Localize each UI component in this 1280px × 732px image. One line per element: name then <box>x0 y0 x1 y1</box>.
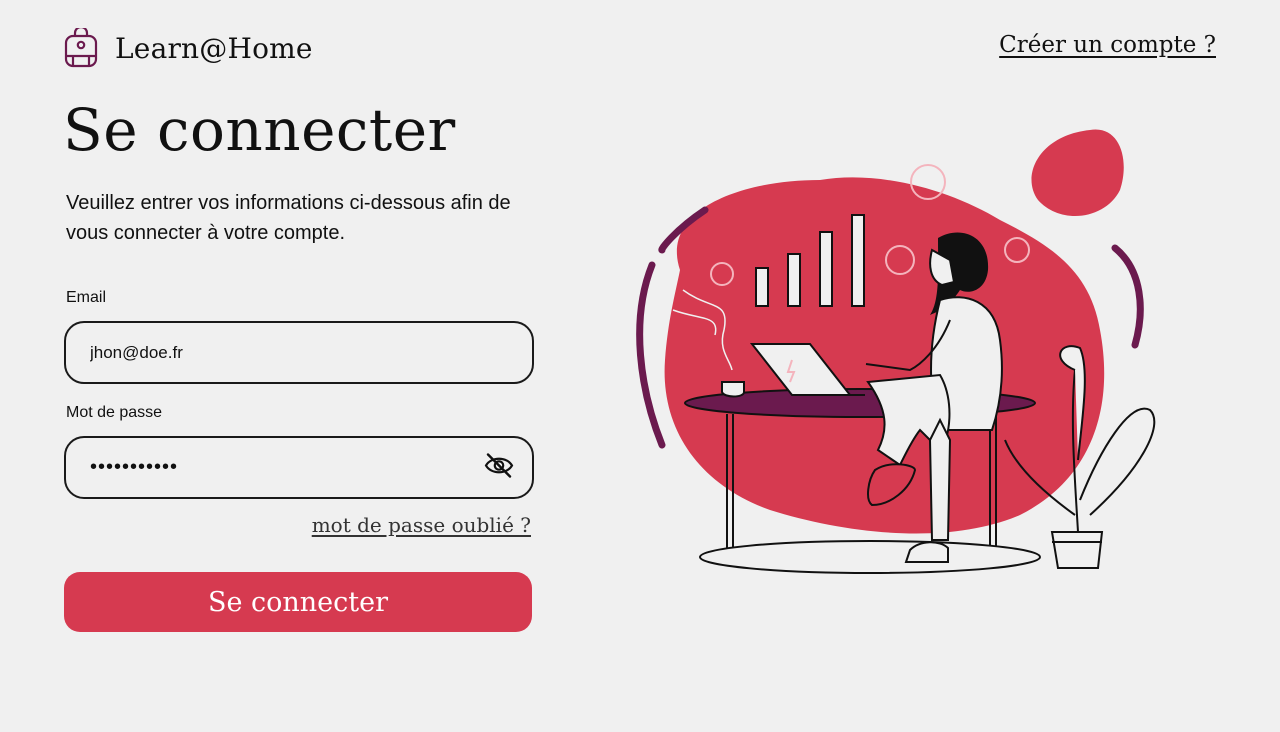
backpack-icon <box>63 28 99 68</box>
email-field[interactable] <box>88 341 472 364</box>
right-arc <box>1111 244 1144 349</box>
person-leg-standing <box>928 417 952 541</box>
brand-logo[interactable]: Learn@Home <box>63 28 313 68</box>
chart-bar <box>819 231 833 307</box>
chart-bar <box>787 253 801 307</box>
password-field[interactable] <box>88 455 472 480</box>
chart-bar <box>851 214 865 307</box>
eye-off-icon[interactable] <box>484 452 514 483</box>
email-label: Email <box>66 289 107 306</box>
password-field-wrapper <box>64 436 534 499</box>
forgot-password-link[interactable]: mot de passe oublié ? <box>312 513 531 537</box>
email-field-wrapper <box>64 321 534 384</box>
work-from-home-illustration <box>620 120 1180 595</box>
floor-shadow <box>699 540 1041 574</box>
left-arc-long <box>636 261 666 449</box>
accent-circle <box>1031 129 1124 217</box>
create-account-link[interactable]: Créer un compte ? <box>999 32 1216 58</box>
chart-bar <box>755 267 769 307</box>
plant-pot <box>1050 531 1104 569</box>
password-label: Mot de passe <box>66 404 163 421</box>
page-subtitle: Veuillez entrer vos informations ci-dess… <box>66 192 511 244</box>
brand-name: Learn@Home <box>115 31 313 65</box>
login-button[interactable]: Se connecter <box>64 572 532 632</box>
page-title: Se connecter <box>63 96 456 164</box>
coffee-cup <box>721 381 745 398</box>
